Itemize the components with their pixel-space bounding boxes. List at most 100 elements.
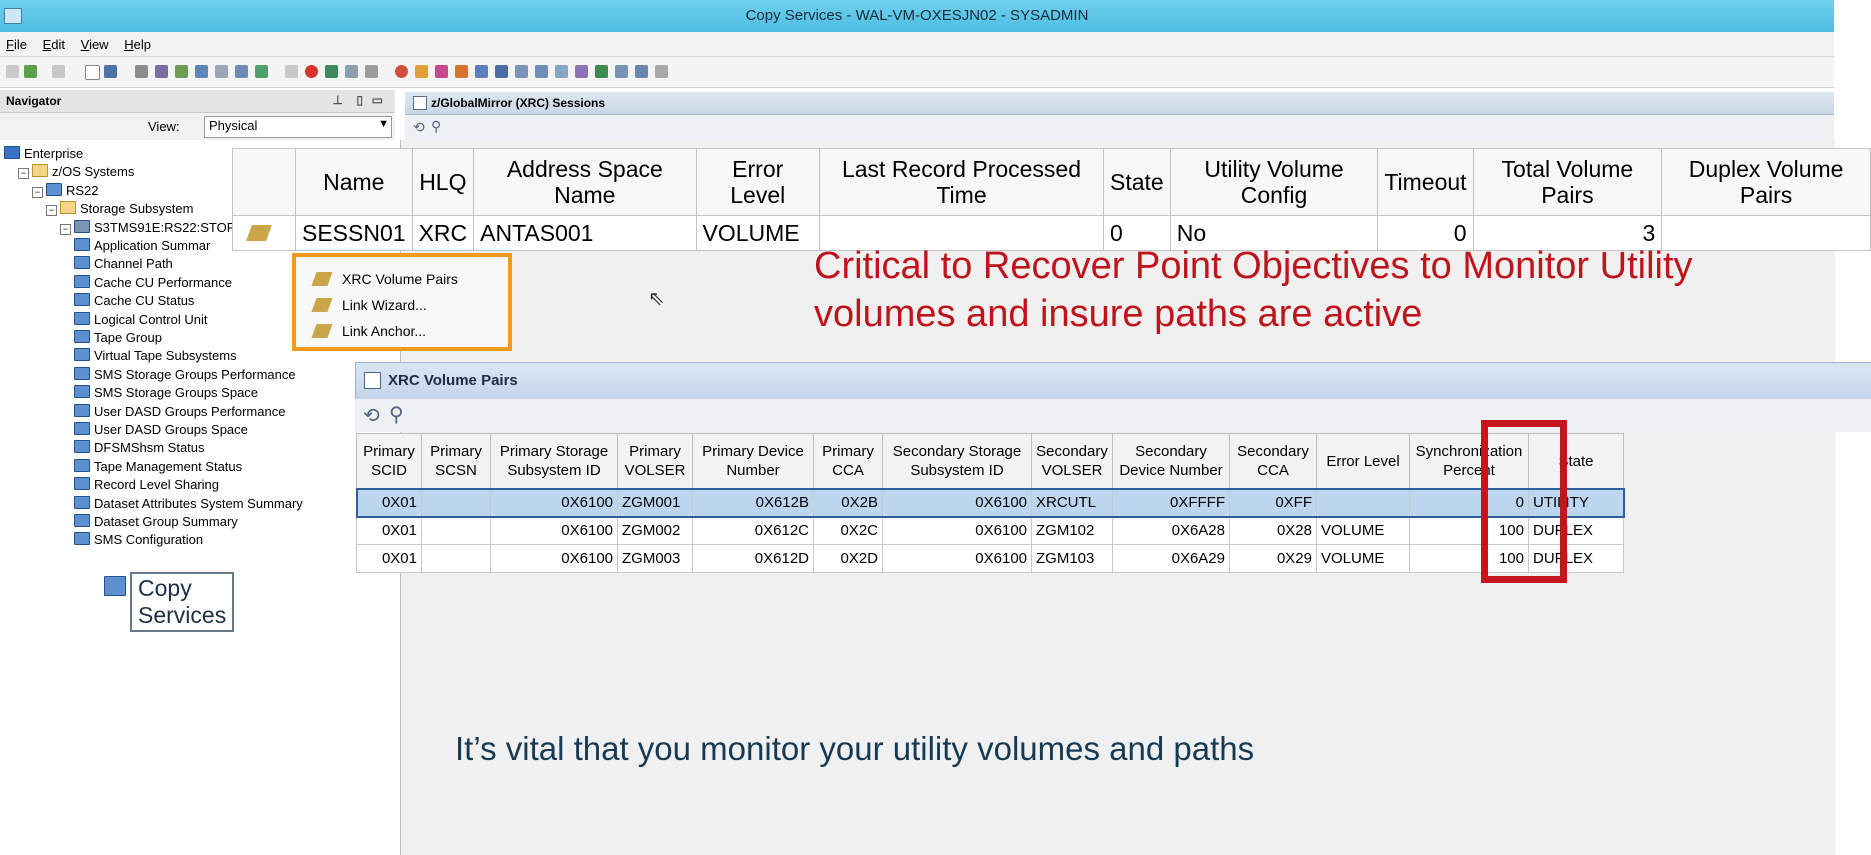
area-chart-icon[interactable] bbox=[435, 65, 448, 78]
print-icon[interactable] bbox=[215, 65, 228, 78]
column-header[interactable] bbox=[232, 148, 296, 216]
new-icon[interactable] bbox=[85, 65, 100, 80]
tree-item[interactable]: Channel Path bbox=[74, 255, 173, 273]
tree-item[interactable]: User DASD Groups Space bbox=[74, 421, 248, 439]
tree-item[interactable]: Cache CU Performance bbox=[74, 274, 232, 292]
monitor-icon[interactable] bbox=[595, 65, 608, 78]
export-icon[interactable] bbox=[255, 65, 268, 78]
menu-view[interactable]: View bbox=[81, 37, 109, 52]
menu-item-link-wizard[interactable]: Link Wizard... bbox=[300, 293, 505, 317]
tree-item[interactable]: DFSMShsm Status bbox=[74, 439, 205, 457]
pin-icon[interactable]: ⊥ bbox=[333, 93, 343, 107]
column-header[interactable]: Address Space Name bbox=[473, 148, 697, 216]
collapse-icon[interactable]: − bbox=[46, 205, 57, 217]
bar-chart-icon[interactable] bbox=[415, 65, 428, 78]
tree-item[interactable]: Dataset Group Summary bbox=[74, 513, 238, 531]
sound-icon[interactable] bbox=[365, 65, 378, 78]
column-header[interactable]: Secondary Device Number bbox=[1112, 433, 1230, 489]
table-icon[interactable] bbox=[345, 65, 358, 78]
menu-file[interactable]: File bbox=[6, 37, 27, 52]
help-icon[interactable] bbox=[395, 65, 408, 78]
column-header[interactable]: Total Volume Pairs bbox=[1472, 148, 1663, 216]
list-icon[interactable] bbox=[475, 65, 488, 78]
chart-icon[interactable] bbox=[195, 65, 208, 78]
collapse-icon[interactable]: − bbox=[32, 186, 43, 198]
menu-edit[interactable]: Edit bbox=[43, 37, 65, 52]
table-row[interactable]: 0X01 0X6100 ZGM003 0X612D 0X2D 0X6100 ZGM103 0X… bbox=[356, 544, 1624, 573]
tree-item[interactable]: Tape Management Status bbox=[74, 458, 242, 476]
table-cell: VOLUME bbox=[1316, 544, 1410, 573]
back-icon[interactable] bbox=[24, 65, 37, 78]
tree-item[interactable]: Record Level Sharing bbox=[74, 476, 219, 494]
column-header[interactable]: Error Level bbox=[1316, 433, 1410, 489]
volume-pairs-header-row: Primary SCID Primary SCSN Primary Storage … bbox=[356, 433, 1624, 489]
tree-item[interactable]: SMS Configuration bbox=[74, 531, 203, 549]
collapse-icon[interactable]: − bbox=[60, 223, 71, 235]
collapse-icon[interactable]: − bbox=[18, 168, 29, 180]
search-icon[interactable]: ⚲ bbox=[389, 402, 404, 427]
lightning-icon[interactable] bbox=[575, 65, 588, 78]
refresh-icon[interactable] bbox=[555, 65, 568, 78]
tree-item[interactable]: Application Summar bbox=[74, 237, 210, 255]
refresh-icon[interactable]: ⟲ bbox=[363, 403, 380, 428]
view-select[interactable]: Physical ▼ bbox=[204, 116, 392, 138]
column-header[interactable]: Primary SCSN bbox=[421, 433, 491, 489]
tree-icon[interactable] bbox=[615, 65, 628, 78]
refresh-icon[interactable]: ⟲ bbox=[413, 119, 425, 136]
tree-item[interactable]: − Storage Subsystem bbox=[46, 200, 193, 218]
tree-item[interactable]: User DASD Groups Performance bbox=[74, 403, 285, 421]
column-header[interactable]: Primary CCA bbox=[813, 433, 883, 489]
report-icon[interactable] bbox=[155, 65, 168, 78]
column-header[interactable]: Secondary VOLSER bbox=[1031, 433, 1113, 489]
tree-item[interactable]: − RS22 bbox=[32, 182, 99, 200]
column-header[interactable]: Secondary Storage Subsystem ID bbox=[882, 433, 1032, 489]
grid-icon[interactable] bbox=[135, 65, 148, 78]
link-icon[interactable] bbox=[235, 65, 248, 78]
restore-icon[interactable]: ▯ bbox=[356, 93, 363, 107]
column-header[interactable]: HLQ bbox=[411, 148, 475, 216]
rows-icon[interactable] bbox=[535, 65, 548, 78]
column-header[interactable]: Secondary CCA bbox=[1229, 433, 1317, 489]
filter-icon[interactable] bbox=[495, 65, 508, 78]
table-row[interactable]: 0X01 0X6100 ZGM002 0X612C 0X2C 0X6100 ZGM102 0X… bbox=[356, 516, 1624, 545]
window-icon[interactable] bbox=[635, 65, 648, 78]
column-header[interactable]: Utility Volume Config bbox=[1169, 148, 1379, 216]
column-header[interactable]: Primary Device Number bbox=[692, 433, 814, 489]
columns-icon[interactable] bbox=[515, 65, 528, 78]
tree-item[interactable]: Dataset Attributes System Summary bbox=[74, 495, 303, 513]
column-header[interactable]: Timeout bbox=[1377, 148, 1474, 216]
column-header[interactable]: Primary VOLSER bbox=[617, 433, 693, 489]
tree-item[interactable]: SMS Storage Groups Performance bbox=[74, 366, 296, 384]
search-icon[interactable]: ⚲ bbox=[431, 118, 441, 135]
tree-item[interactable]: Tape Group bbox=[74, 329, 162, 347]
column-header[interactable]: Name bbox=[295, 148, 413, 216]
menu-item-link-anchor[interactable]: Link Anchor... bbox=[300, 319, 505, 343]
column-header[interactable]: Error Level bbox=[695, 148, 820, 216]
column-header[interactable]: Primary Storage Subsystem ID bbox=[490, 433, 618, 489]
pause-icon[interactable] bbox=[285, 65, 298, 78]
tree-item[interactable]: SMS Storage Groups Space bbox=[74, 384, 258, 402]
menu-item-xrc-volume-pairs[interactable]: XRC Volume Pairs bbox=[300, 267, 505, 291]
column-header[interactable]: State bbox=[1103, 148, 1171, 216]
alert-icon[interactable] bbox=[325, 65, 338, 78]
tree-item[interactable]: Logical Control Unit bbox=[74, 311, 207, 329]
pie-chart-icon[interactable] bbox=[455, 65, 468, 78]
tree-item[interactable]: Cache CU Status bbox=[74, 292, 194, 310]
table-cell: 0X612D bbox=[692, 544, 814, 573]
tree-item[interactable]: Virtual Tape Subsystems bbox=[74, 347, 237, 365]
table-row[interactable]: 0X01 0X6100 ZGM001 0X612B 0X2B 0X6100 XRCUTL 0X… bbox=[355, 487, 1625, 518]
forward-icon[interactable] bbox=[52, 65, 65, 78]
column-header[interactable]: Last Record Processed Time bbox=[818, 148, 1105, 216]
maximize-icon[interactable]: ▭ bbox=[372, 93, 383, 107]
home-icon[interactable] bbox=[6, 65, 19, 78]
menu-help[interactable]: Help bbox=[124, 37, 151, 52]
tree-item[interactable]: Enterprise bbox=[4, 145, 83, 163]
tree-item[interactable]: − S3TMS91E:RS22:STOR bbox=[60, 219, 236, 237]
column-header[interactable]: Primary SCID bbox=[356, 433, 422, 489]
tree-item[interactable]: − z/OS Systems bbox=[18, 163, 134, 181]
stop-icon[interactable] bbox=[305, 65, 318, 78]
settings-icon[interactable] bbox=[175, 65, 188, 78]
save-icon[interactable] bbox=[104, 65, 117, 78]
panel-icon[interactable] bbox=[655, 65, 668, 78]
column-header[interactable]: Duplex Volume Pairs bbox=[1661, 148, 1871, 216]
